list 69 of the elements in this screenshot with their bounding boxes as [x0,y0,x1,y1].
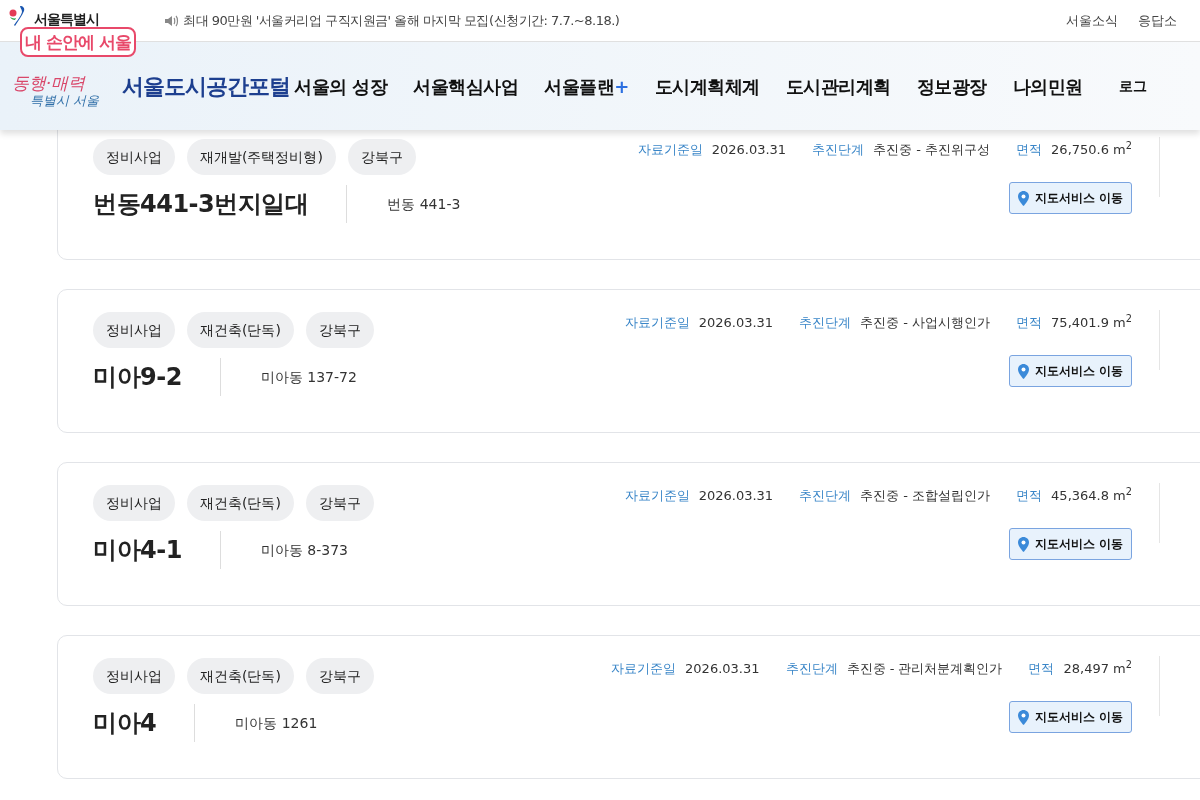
map-pin-icon [1017,190,1029,206]
login-link[interactable]: 로그 [1118,75,1147,97]
category-tag: 강북구 [305,485,374,521]
area-value: 28,497 m$^{2}$ [1063,659,1132,678]
app-badge[interactable]: 내 손안에 서울 [20,27,136,57]
stage-label: 추진단계 [799,314,852,332]
category-tag: 재건축(단독) [187,312,294,348]
area-label: 면적 [1016,487,1043,505]
nav-item[interactable]: 도시계획체계 [654,72,760,100]
date-value: 2026.03.31 [685,660,760,678]
project-name: 미아4-1 [93,535,182,566]
project-name: 미아9-2 [93,362,182,393]
project-address: 번동 441-3 [387,194,461,214]
stage-label: 추진단계 [812,141,865,159]
top-link[interactable]: 응답소 [1138,10,1177,31]
project-name: 미아4 [93,708,157,739]
notice-text[interactable]: 최대 90만원 '서울커리업 구직지원금' 올해 마지막 모집(신청기간: 7.7.~8.18.) [183,10,620,31]
category-tag: 정비사업 [93,485,175,521]
slogan-text: 특별시 서울 [30,93,101,109]
category-tag: 정비사업 [93,658,175,694]
map-service-button[interactable]: 지도서비스 이동 [1008,182,1132,214]
stage-value: 추진중 - 조합설립인가 [860,487,991,505]
project-address: 미아동 8-373 [260,540,348,560]
date-label: 자료기준일 [624,487,690,505]
map-service-button[interactable]: 지도서비스 이동 [1008,528,1132,560]
date-label: 자료기준일 [611,660,677,678]
stage-label: 추진단계 [799,487,852,505]
map-pin-icon [1017,363,1029,379]
area-value: 45,364.8 m$^{2}$ [1051,486,1132,505]
area-label: 면적 [1028,660,1055,678]
nav-item[interactable]: 도시관리계획 [785,72,891,100]
map-pin-icon [1017,709,1029,725]
map-pin-icon [1017,536,1029,552]
stage-value: 추진중 - 추진위구성 [873,141,991,159]
nav-item[interactable]: 서울플랜+ [544,72,629,100]
date-value: 2026.03.31 [698,487,774,505]
map-service-button[interactable]: 지도서비스 이동 [1008,355,1132,387]
slogan-text: 동행·매력 [12,73,87,93]
stage-value: 추진중 - 사업시행인가 [860,314,991,332]
project-address: 미아동 1261 [235,713,318,733]
speaker-icon [165,14,179,27]
top-link[interactable]: 서울소식 [1066,10,1118,31]
project-address: 미아동 137-72 [260,367,357,387]
map-service-button[interactable]: 지도서비스 이동 [1008,701,1132,733]
category-tag: 재건축(단독) [187,658,294,694]
date-value: 2026.03.31 [698,314,774,332]
stage-label: 추진단계 [785,660,838,678]
date-label: 자료기준일 [637,141,703,159]
nav-item[interactable]: 서울핵심사업 [413,72,519,100]
category-tag: 정비사업 [93,312,175,348]
area-label: 면적 [1016,141,1043,159]
category-tag: 강북구 [305,312,374,348]
brand-name[interactable]: 서울특별시 [34,10,99,28]
category-tag: 재개발(주택정비형) [187,139,336,175]
area-label: 면적 [1016,314,1043,332]
category-tag: 정비사업 [93,139,175,175]
portal-title[interactable]: 서울도시공간포털 [122,69,290,103]
nav-item[interactable]: 나의민원 [1012,72,1083,100]
category-tag: 강북구 [305,658,374,694]
nav-item[interactable]: 정보광장 [916,72,987,100]
category-tag: 재건축(단독) [187,485,294,521]
date-label: 자료기준일 [624,314,690,332]
project-name: 번동441-3번지일대 [93,189,309,220]
date-value: 2026.03.31 [711,141,787,159]
nav-item[interactable]: 서울의 성장 [294,72,388,100]
area-value: 26,750.6 m$^{2}$ [1051,140,1132,159]
stage-value: 추진중 - 관리처분계획인가 [846,660,1003,678]
category-tag: 강북구 [347,139,416,175]
area-value: 75,401.9 m$^{2}$ [1051,313,1132,332]
